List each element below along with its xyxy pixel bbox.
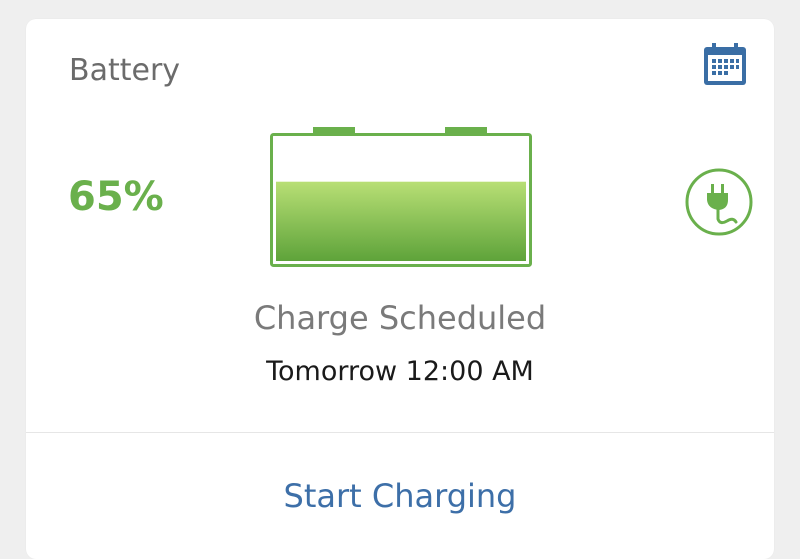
plug-button[interactable]	[684, 167, 754, 237]
scheduled-time: Tomorrow 12:00 AM	[266, 356, 534, 387]
card-title: Battery	[69, 53, 181, 88]
calendar-button[interactable]	[703, 43, 747, 87]
battery-percent: 65%	[68, 174, 164, 220]
plug-icon	[685, 168, 753, 236]
battery-graphic	[270, 127, 532, 267]
start-charging-label: Start Charging	[283, 477, 517, 515]
battery-card: Battery 65% Charge Scheduled Tomorrow 12…	[26, 19, 774, 559]
start-charging-button[interactable]: Start Charging	[26, 433, 774, 559]
charge-status: Charge Scheduled	[253, 299, 547, 337]
battery-fill	[276, 181, 526, 261]
calendar-icon	[704, 43, 746, 85]
